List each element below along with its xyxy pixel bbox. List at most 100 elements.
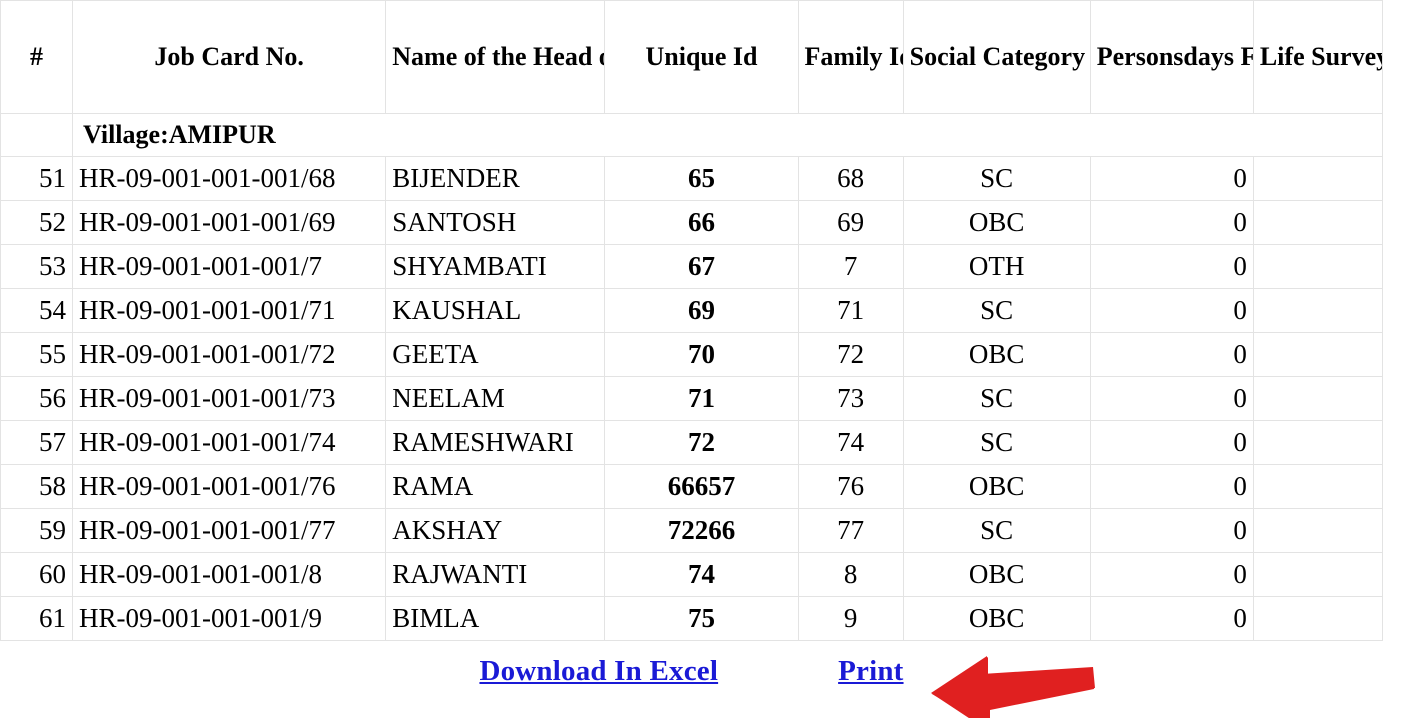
cell-persondays: 0	[1089, 376, 1254, 421]
cell-life-survey	[1252, 156, 1384, 201]
table-body: Village:AMIPUR 51 HR-09-001-001-001/68 BIJ…	[0, 113, 1384, 641]
cell-life-survey	[1252, 200, 1384, 245]
cell-persondays: 0	[1089, 332, 1254, 377]
cell-family-id: 71	[797, 288, 904, 333]
column-header-serial: #	[0, 0, 74, 114]
village-name-label: Village:AMIPUR	[72, 113, 1383, 157]
cell-head-of-hh: KAUSHAL	[385, 288, 606, 333]
table-row: 59 HR-09-001-001-001/77 AKSHAY 72266 77 SC 0	[0, 508, 1384, 553]
cell-persondays: 0	[1089, 552, 1254, 597]
table-row: 54 HR-09-001-001-001/71 KAUSHAL 69 71 SC 0	[0, 288, 1384, 333]
cell-serial: 54	[0, 288, 74, 333]
cell-persondays: 0	[1089, 464, 1254, 509]
header-row: # Job Card No. Name of the Head of the H…	[0, 0, 1384, 114]
cell-family-id: 9	[797, 596, 904, 641]
cell-unique-id: 75	[604, 596, 799, 641]
cell-life-survey	[1252, 244, 1384, 289]
cell-family-id: 72	[797, 332, 904, 377]
cell-serial: 59	[0, 508, 74, 553]
table-header: # Job Card No. Name of the Head of the H…	[0, 0, 1384, 114]
cell-social-category: OBC	[902, 596, 1091, 641]
cell-serial: 53	[0, 244, 74, 289]
cell-unique-id: 71	[604, 376, 799, 421]
cell-job-card-no: HR-09-001-001-001/71	[72, 288, 387, 333]
cell-serial: 58	[0, 464, 74, 509]
column-header-life-survey: Life Survey done	[1252, 0, 1384, 114]
cell-job-card-no: HR-09-001-001-001/8	[72, 552, 387, 597]
cell-persondays: 0	[1089, 244, 1254, 289]
cell-family-id: 68	[797, 156, 904, 201]
cell-job-card-no: HR-09-001-001-001/76	[72, 464, 387, 509]
cell-life-survey	[1252, 508, 1384, 553]
cell-head-of-hh: NEELAM	[385, 376, 606, 421]
cell-family-id: 69	[797, 200, 904, 245]
cell-family-id: 73	[797, 376, 904, 421]
cell-persondays: 0	[1089, 420, 1254, 465]
cell-job-card-no: HR-09-001-001-001/7	[72, 244, 387, 289]
cell-head-of-hh: AKSHAY	[385, 508, 606, 553]
table-row: 61 HR-09-001-001-001/9 BIMLA 75 9 OBC 0	[0, 596, 1384, 641]
download-in-excel-link[interactable]: Download In Excel	[479, 655, 718, 688]
cell-persondays: 0	[1089, 508, 1254, 553]
cell-life-survey	[1252, 596, 1384, 641]
cell-unique-id: 65	[604, 156, 799, 201]
column-header-head-of-hh: Name of the Head of the HH	[385, 0, 606, 114]
cell-family-id: 7	[797, 244, 904, 289]
column-header-persondays: Personsdays FY:2014-2015	[1089, 0, 1254, 114]
cell-job-card-no: HR-09-001-001-001/72	[72, 332, 387, 377]
column-header-job-card-no: Job Card No.	[72, 0, 387, 114]
cell-job-card-no: HR-09-001-001-001/73	[72, 376, 387, 421]
table-row: 53 HR-09-001-001-001/7 SHYAMBATI 67 7 OTH 0	[0, 244, 1384, 289]
cell-family-id: 74	[797, 420, 904, 465]
cell-unique-id: 72266	[604, 508, 799, 553]
cell-social-category: OBC	[902, 552, 1091, 597]
cell-head-of-hh: RAMESHWARI	[385, 420, 606, 465]
cell-serial: 56	[0, 376, 74, 421]
job-card-table: # Job Card No. Name of the Head of the H…	[0, 0, 1384, 641]
cell-unique-id: 67	[604, 244, 799, 289]
cell-life-survey	[1252, 288, 1384, 333]
cell-head-of-hh: SANTOSH	[385, 200, 606, 245]
cell-social-category: SC	[902, 288, 1091, 333]
cell-social-category: OBC	[902, 464, 1091, 509]
cell-job-card-no: HR-09-001-001-001/74	[72, 420, 387, 465]
cell-life-survey	[1252, 420, 1384, 465]
footer-actions: Download In Excel Print	[0, 655, 1383, 715]
table-row: 55 HR-09-001-001-001/72 GEETA 70 72 OBC 0	[0, 332, 1384, 377]
print-link[interactable]: Print	[838, 655, 903, 688]
cell-life-survey	[1252, 332, 1384, 377]
job-card-register-page: # Job Card No. Name of the Head of the H…	[0, 0, 1402, 726]
cell-job-card-no: HR-09-001-001-001/9	[72, 596, 387, 641]
village-row-spacer	[0, 113, 74, 157]
cell-persondays: 0	[1089, 596, 1254, 641]
cell-head-of-hh: RAJWANTI	[385, 552, 606, 597]
cell-social-category: SC	[902, 376, 1091, 421]
cell-serial: 60	[0, 552, 74, 597]
cell-life-survey	[1252, 464, 1384, 509]
cell-unique-id: 74	[604, 552, 799, 597]
cell-life-survey	[1252, 376, 1384, 421]
table-row: 57 HR-09-001-001-001/74 RAMESHWARI 72 74 SC 0	[0, 420, 1384, 465]
cell-head-of-hh: BIMLA	[385, 596, 606, 641]
cell-social-category: SC	[902, 508, 1091, 553]
cell-unique-id: 66657	[604, 464, 799, 509]
cell-job-card-no: HR-09-001-001-001/68	[72, 156, 387, 201]
cell-head-of-hh: GEETA	[385, 332, 606, 377]
village-group-row: Village:AMIPUR	[0, 113, 1383, 157]
cell-serial: 55	[0, 332, 74, 377]
cell-job-card-no: HR-09-001-001-001/77	[72, 508, 387, 553]
cell-social-category: SC	[902, 156, 1091, 201]
cell-family-id: 77	[797, 508, 904, 553]
cell-persondays: 0	[1089, 156, 1254, 201]
cell-social-category: OBC	[902, 332, 1091, 377]
table-row: 58 HR-09-001-001-001/76 RAMA 66657 76 OBC 0	[0, 464, 1384, 509]
table-row: 60 HR-09-001-001-001/8 RAJWANTI 74 8 OBC 0	[0, 552, 1384, 597]
cell-unique-id: 66	[604, 200, 799, 245]
cell-serial: 61	[0, 596, 74, 641]
cell-persondays: 0	[1089, 288, 1254, 333]
cell-life-survey	[1252, 552, 1384, 597]
table-row: 56 HR-09-001-001-001/73 NEELAM 71 73 SC 0	[0, 376, 1384, 421]
column-header-family-id: Family Id	[797, 0, 904, 114]
cell-job-card-no: HR-09-001-001-001/69	[72, 200, 387, 245]
cell-family-id: 8	[797, 552, 904, 597]
